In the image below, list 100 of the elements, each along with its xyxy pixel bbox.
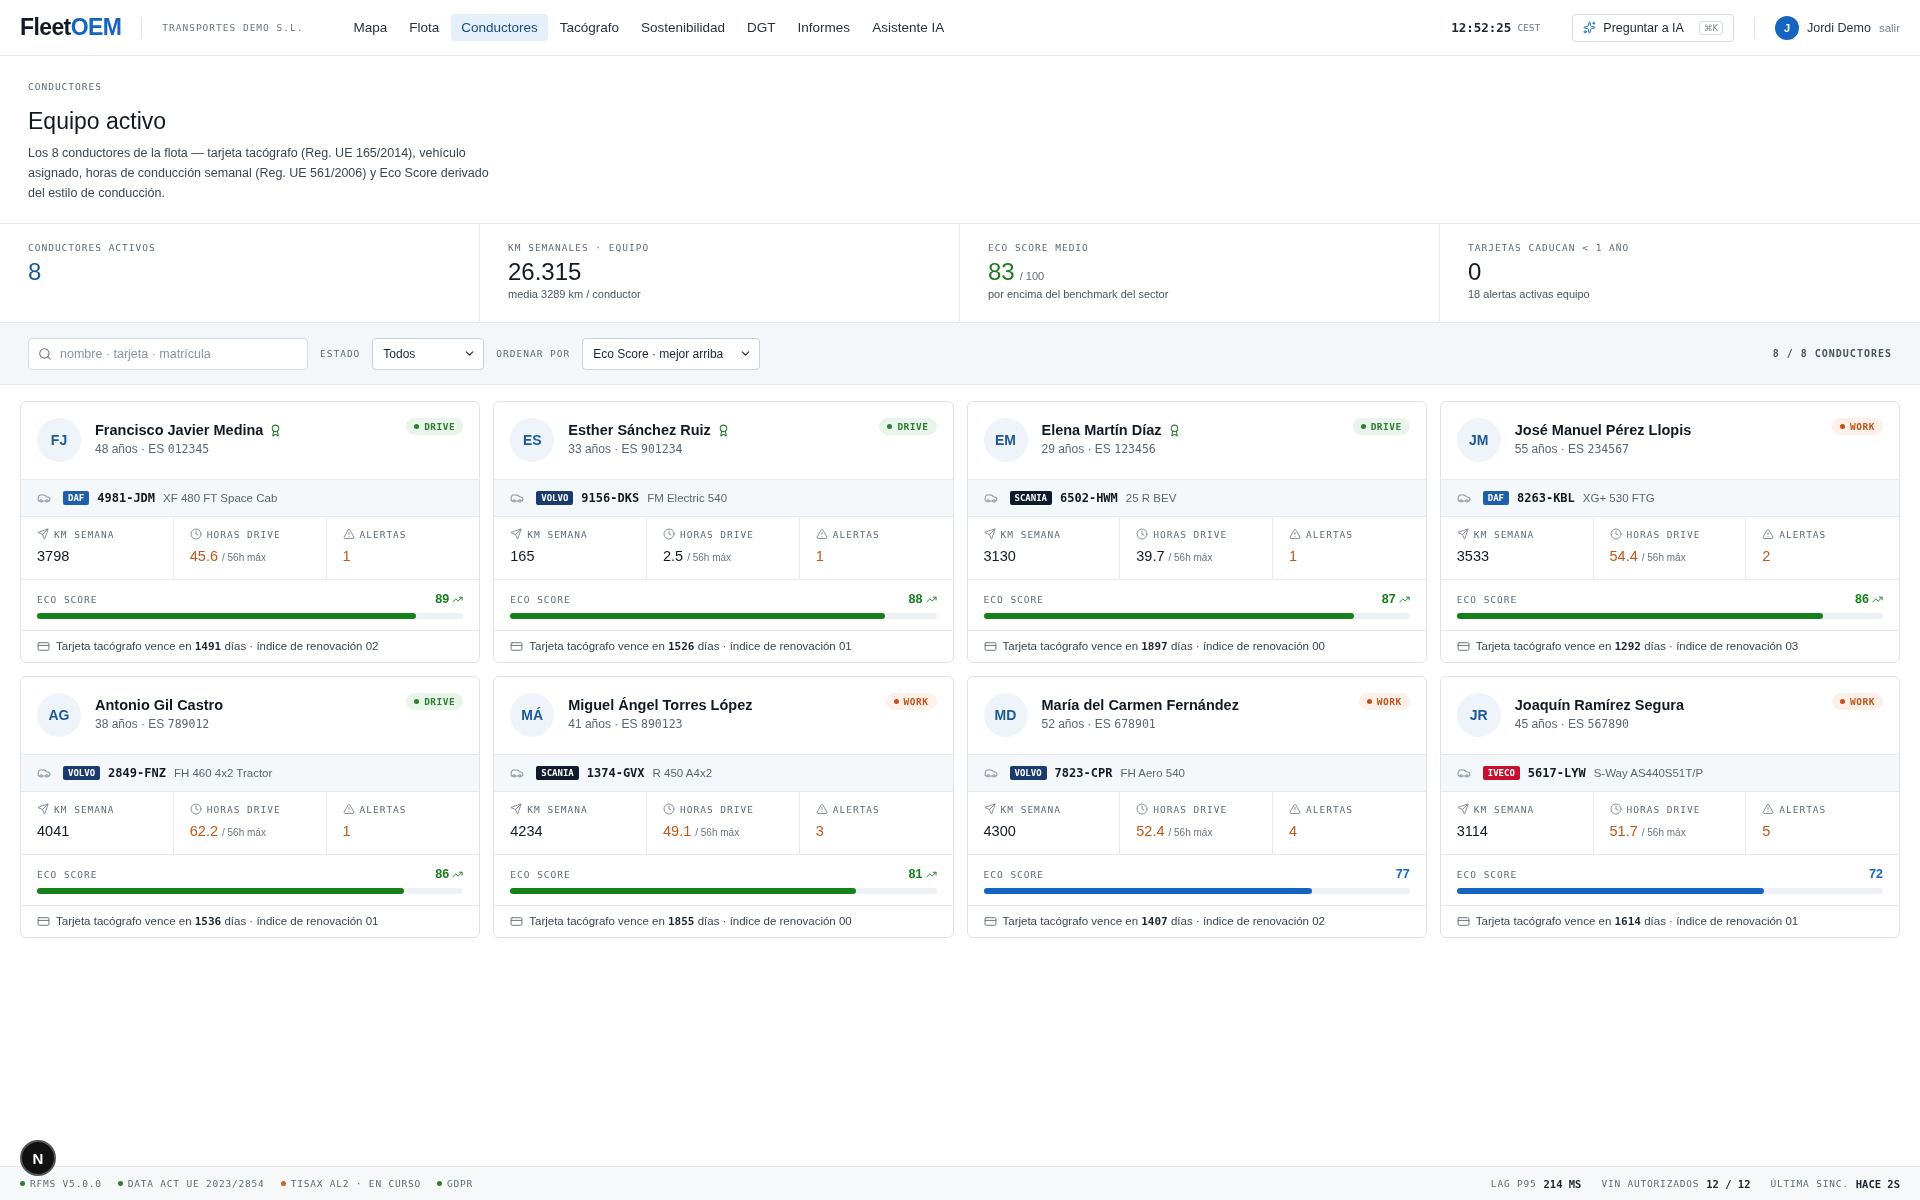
driver-avatar: JR — [1456, 693, 1501, 737]
stat-label: HORAS DRIVE — [1626, 528, 1701, 540]
nav-tab[interactable]: Flota — [399, 14, 450, 41]
nav-tab[interactable]: Informes — [787, 14, 861, 41]
driver-name: José Manuel Pérez Llopis — [1514, 422, 1692, 438]
navigation-arrow-icon — [510, 528, 523, 540]
stat-label: LAG P95 — [1490, 1178, 1537, 1189]
stat-value: 3 — [815, 823, 824, 839]
brand-badge: IVECO — [1482, 766, 1520, 780]
navigation-arrow-icon — [1456, 528, 1469, 540]
driver-name: Esther Sánchez Ruiz — [568, 422, 711, 438]
kpi-note: por encima del benchmark del sector — [988, 288, 1170, 300]
card-expiry-note: Tarjeta tacógrafo vence en 1536 días · índice de renovación 01 — [56, 915, 379, 928]
stat-label: ALERTAS — [832, 528, 880, 540]
eco-score-value: 89 — [435, 592, 450, 606]
brand-badge: DAF — [63, 491, 90, 505]
stat-label: KM SEMANA — [1000, 803, 1061, 815]
vehicle-model: S-Way AS440S51T/P — [1593, 767, 1704, 779]
eco-score-label: ECO SCORE — [37, 593, 98, 605]
car-icon — [1456, 491, 1471, 505]
stat-label: HORAS DRIVE — [206, 803, 281, 815]
nav-tab[interactable]: Tacógrafo — [549, 14, 630, 41]
vehicle-model: XG+ 530 FTG — [1582, 492, 1655, 504]
stat-value: 214 MS — [1543, 1177, 1582, 1190]
sort-select[interactable]: Eco Score · mejor arriba — [582, 337, 761, 370]
stat-value: 5 — [1762, 823, 1771, 839]
driver-avatar: EM — [983, 418, 1028, 462]
page-title: Equipo activo — [28, 107, 168, 135]
search-field[interactable]: nombre · tarjeta · matrícula — [28, 337, 308, 370]
licence-plate: 8263-KBL — [1517, 491, 1575, 505]
vehicle-model: FH Aero 540 — [1120, 767, 1185, 779]
nav-tab[interactable]: DGT — [737, 14, 786, 41]
status-label: WORK — [903, 696, 929, 707]
car-icon — [510, 766, 525, 780]
clock-icon — [1136, 803, 1149, 815]
user-avatar[interactable]: J — [1775, 15, 1799, 40]
stat-limit: / 56h máx — [1168, 552, 1213, 563]
kpi-value: 83 — [988, 258, 1015, 286]
clock-time: 12:52:25 — [1451, 20, 1512, 35]
kpi-note: media 3289 km / conductor — [508, 288, 642, 300]
nav-tab[interactable]: Sostenibilidad — [631, 14, 736, 41]
status-label: DRIVE — [1370, 421, 1402, 432]
kpi-label: TARJETAS CADUCAN < 1 AÑO — [1468, 242, 1631, 253]
status-dot — [1360, 424, 1366, 429]
eco-score-value: 86 — [435, 867, 450, 881]
driver-meta: 38 años · ES 789012 — [95, 717, 211, 731]
stat-value: 3533 — [1456, 548, 1489, 564]
status-label: DRIVE — [897, 421, 929, 432]
stat-label: ALERTAS — [1306, 528, 1354, 540]
driver-avatar: ES — [510, 418, 555, 462]
stat-label: ALERTAS — [359, 803, 407, 815]
driver-name: Antonio Gil Castro — [95, 697, 224, 713]
stat-label: ÚLTIMA SINC. — [1770, 1178, 1849, 1189]
stat-value: 49.1 — [663, 823, 692, 839]
stat-label: HORAS DRIVE — [1626, 803, 1701, 815]
logout-link[interactable]: salir — [1878, 21, 1900, 34]
clock-icon — [663, 528, 675, 540]
status-dot — [414, 424, 420, 429]
card-expiry-note: Tarjeta tacógrafo vence en 1491 días · índice de renovación 02 — [56, 640, 379, 653]
nav-tab[interactable]: Asistente IA — [862, 14, 955, 41]
ask-ai-button[interactable]: Preguntar a IA ⌘K — [1572, 13, 1734, 42]
driver-avatar: AG — [37, 693, 81, 737]
clock-icon — [1136, 528, 1149, 540]
stat-label: HORAS DRIVE — [680, 528, 754, 540]
warning-icon — [1289, 528, 1301, 540]
card-icon — [37, 640, 50, 653]
vehicle-model: R 450 A4x2 — [652, 767, 713, 779]
nav-tab[interactable]: Mapa — [343, 14, 398, 41]
nav-tab[interactable]: Conductores — [451, 14, 548, 41]
card-icon — [983, 640, 997, 653]
kpi-value: 8 — [28, 258, 42, 286]
licence-plate: 6502-HWM — [1060, 491, 1118, 505]
brand-badge: SCANIA — [1009, 491, 1052, 505]
stat-label: HORAS DRIVE — [680, 803, 754, 815]
card-expiry-note: Tarjeta tacógrafo vence en 1614 días · índice de renovación 01 — [1475, 915, 1799, 928]
navigation-arrow-icon — [37, 528, 49, 540]
stat-label: ALERTAS — [1779, 528, 1827, 540]
status-dot — [1840, 424, 1846, 429]
eco-score-value: 86 — [1855, 592, 1869, 606]
dev-tools-badge[interactable]: N — [20, 1140, 56, 1176]
status-select[interactable]: Todos — [372, 337, 485, 370]
status-label: DRIVE — [424, 421, 456, 432]
stat-value: 2 — [1762, 548, 1771, 564]
card-expiry-note: Tarjeta tacógrafo vence en 1526 días · índice de renovación 01 — [529, 640, 852, 653]
stat-label: HORAS DRIVE — [1153, 528, 1228, 540]
stat-label: ALERTAS — [359, 528, 407, 540]
status-dot — [1366, 699, 1372, 704]
stat-value: 3114 — [1456, 823, 1488, 839]
card-expiry-note: Tarjeta tacógrafo vence en 1855 días · índice de renovación 00 — [529, 915, 852, 928]
licence-plate: 2849-FNZ — [108, 766, 166, 780]
warning-icon — [342, 803, 355, 815]
shortcut-key: ⌘K — [1698, 20, 1723, 35]
filter-label: ORDENAR POR — [496, 348, 571, 359]
status-label: RFMS V5.0.0 — [30, 1178, 102, 1189]
eco-score-label: ECO SCORE — [510, 593, 571, 605]
status-label: DATA ACT UE 2023/2854 — [127, 1178, 265, 1189]
eco-score-label: ECO SCORE — [983, 868, 1044, 880]
eco-score-label: ECO SCORE — [1456, 593, 1518, 605]
stat-label: ALERTAS — [1779, 803, 1827, 815]
navigation-arrow-icon — [983, 803, 996, 815]
